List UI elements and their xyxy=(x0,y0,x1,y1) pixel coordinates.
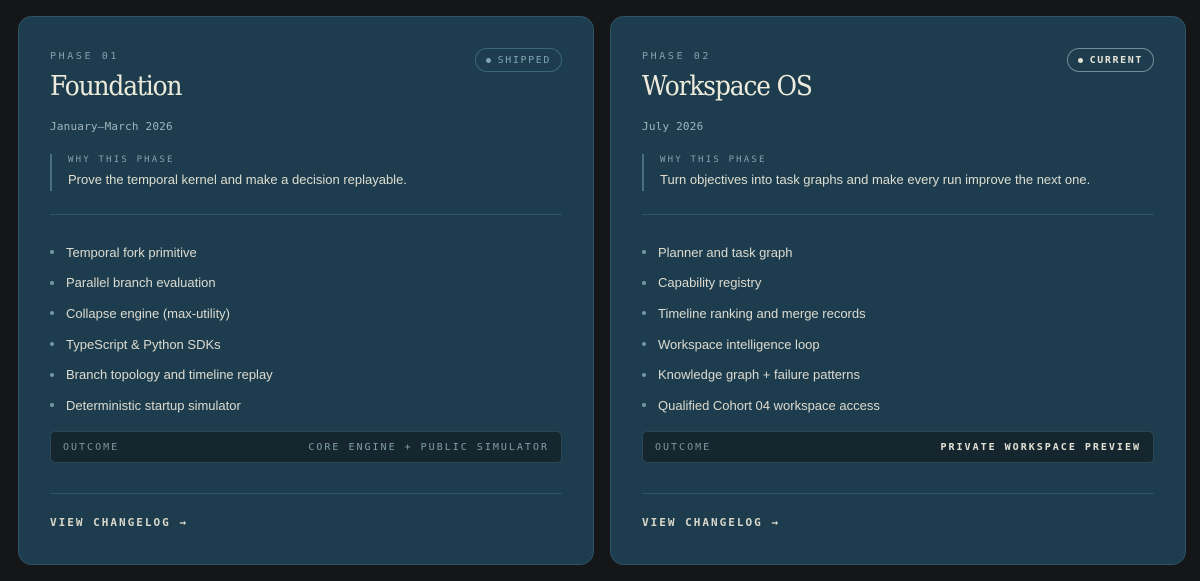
feature-text: Parallel branch evaluation xyxy=(66,275,216,291)
bullet-icon xyxy=(642,311,646,316)
feature-list: Temporal fork primitive Parallel branch … xyxy=(50,237,273,421)
feature-item: Parallel branch evaluation xyxy=(50,268,273,299)
outcome-label: OUTCOME xyxy=(63,441,120,453)
phase-label: PHASE 01 xyxy=(50,51,119,62)
bullet-icon xyxy=(642,342,646,347)
bullet-icon xyxy=(50,342,54,347)
bullet-icon xyxy=(642,250,646,255)
phase-title: Workspace OS xyxy=(642,71,813,102)
status-text: CURRENT xyxy=(1089,54,1143,66)
view-changelog-link[interactable]: VIEW CHANGELOG → xyxy=(642,516,780,529)
phase-title: Foundation xyxy=(50,71,182,102)
why-label: WHY THIS PHASE xyxy=(660,155,767,165)
status-badge: SHIPPED xyxy=(474,48,562,72)
feature-text: Capability registry xyxy=(658,275,762,291)
feature-text: Timeline ranking and merge records xyxy=(658,305,866,321)
feature-text: TypeScript & Python SDKs xyxy=(66,336,221,352)
feature-item: Planner and task graph xyxy=(642,237,880,268)
feature-item: Capability registry xyxy=(642,268,880,299)
bullet-icon xyxy=(50,311,54,316)
phase-date: January–March 2026 xyxy=(50,120,173,133)
phase-date: July 2026 xyxy=(642,120,704,133)
phase-card-foundation: PHASE 01 SHIPPED Foundation January–Marc… xyxy=(18,16,594,565)
feature-item: Temporal fork primitive xyxy=(50,237,273,268)
feature-text: Workspace intelligence loop xyxy=(658,336,820,352)
outcome-box: OUTCOME CORE ENGINE + PUBLIC SIMULATOR xyxy=(50,431,562,463)
why-text: Prove the temporal kernel and make a dec… xyxy=(68,172,407,187)
feature-item: Timeline ranking and merge records xyxy=(642,298,880,329)
divider xyxy=(642,214,1154,215)
bullet-icon xyxy=(50,280,54,285)
feature-item: Knowledge graph + failure patterns xyxy=(642,359,880,390)
feature-text: Temporal fork primitive xyxy=(66,244,197,260)
outcome-value: CORE ENGINE + PUBLIC SIMULATOR xyxy=(308,441,549,453)
feature-text: Qualified Cohort 04 workspace access xyxy=(658,397,880,413)
feature-text: Deterministic startup simulator xyxy=(66,397,241,413)
arrow-right-icon: → xyxy=(771,516,780,529)
feature-item: Workspace intelligence loop xyxy=(642,329,880,360)
phase-card-workspace-os: PHASE 02 CURRENT Workspace OS July 2026 … xyxy=(610,16,1186,565)
bullet-icon xyxy=(50,250,54,255)
feature-text: Collapse engine (max-utility) xyxy=(66,305,231,321)
phase-label: PHASE 02 xyxy=(642,51,711,62)
outcome-box: OUTCOME PRIVATE WORKSPACE PREVIEW xyxy=(642,431,1154,463)
bullet-icon xyxy=(50,372,54,377)
bullet-icon xyxy=(642,403,646,408)
feature-text: Branch topology and timeline replay xyxy=(66,367,273,383)
why-block: WHY THIS PHASE Turn objectives into task… xyxy=(642,154,1142,191)
divider xyxy=(50,493,562,494)
divider xyxy=(50,214,562,215)
why-text: Turn objectives into task graphs and mak… xyxy=(660,172,1091,187)
feature-text: Planner and task graph xyxy=(658,244,793,260)
feature-item: Qualified Cohort 04 workspace access xyxy=(642,390,880,421)
feature-item: Branch topology and timeline replay xyxy=(50,359,273,390)
arrow-right-icon: → xyxy=(179,516,188,529)
outcome-label: OUTCOME xyxy=(655,441,712,453)
feature-item: Deterministic startup simulator xyxy=(50,390,273,421)
divider xyxy=(642,493,1154,494)
changelog-label: VIEW CHANGELOG xyxy=(642,516,763,529)
changelog-label: VIEW CHANGELOG xyxy=(50,516,171,529)
status-text: SHIPPED xyxy=(497,54,551,66)
feature-text: Knowledge graph + failure patterns xyxy=(658,367,860,383)
status-dot-icon xyxy=(1077,57,1083,63)
why-label: WHY THIS PHASE xyxy=(68,155,175,165)
outcome-value: PRIVATE WORKSPACE PREVIEW xyxy=(940,441,1141,453)
bullet-icon xyxy=(642,280,646,285)
feature-item: Collapse engine (max-utility) xyxy=(50,298,273,329)
status-dot-icon xyxy=(485,57,491,63)
bullet-icon xyxy=(642,372,646,377)
bullet-icon xyxy=(50,403,54,408)
feature-list: Planner and task graph Capability regist… xyxy=(642,237,880,421)
view-changelog-link[interactable]: VIEW CHANGELOG → xyxy=(50,516,188,529)
feature-item: TypeScript & Python SDKs xyxy=(50,329,273,360)
why-block: WHY THIS PHASE Prove the temporal kernel… xyxy=(50,154,550,191)
status-badge: CURRENT xyxy=(1066,48,1154,72)
